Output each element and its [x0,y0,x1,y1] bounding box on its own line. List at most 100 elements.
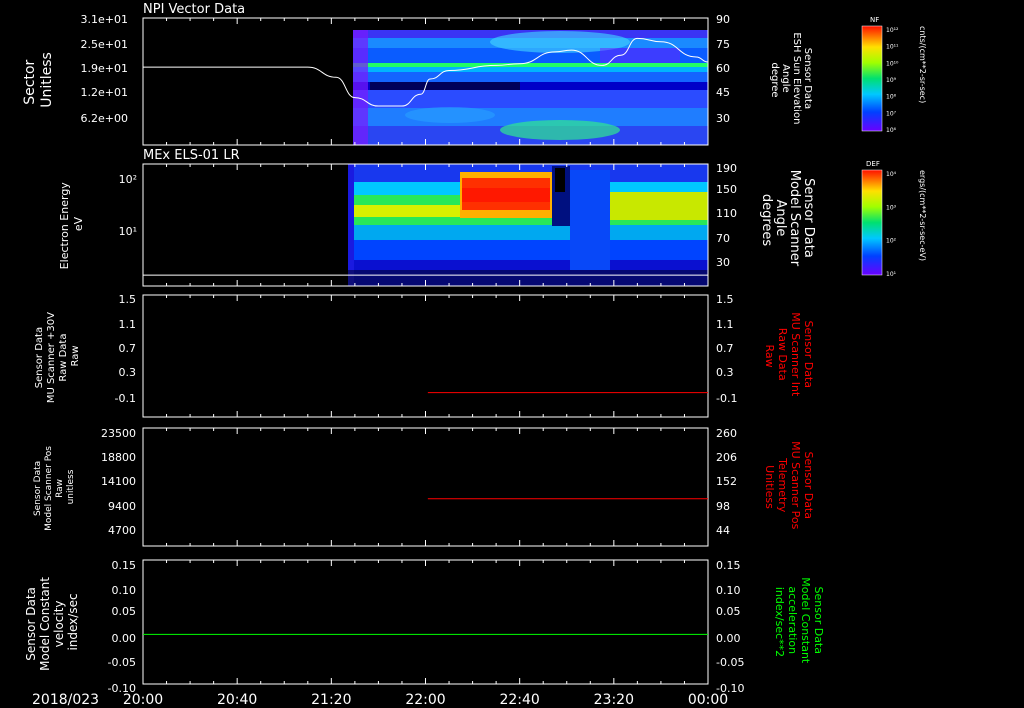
tick-label: 60 [716,62,730,75]
tick-label: 45 [716,86,730,99]
tick-label: 0.05 [112,605,137,618]
model-const-left-label-3: velocity [52,600,66,647]
panel-title-npi: NPI Vector Data [143,2,245,17]
tick-label: 75 [716,38,730,51]
tick-label: 0.15 [112,559,137,572]
colorbar-tick-label: 10⁴ [886,171,897,178]
mu-pos-left-label-2: Model Scanner Pos [44,446,54,531]
time-tick-label: 20:00 [123,692,163,708]
mu-pos-right-label-4: Unitless [763,465,776,509]
colorbar-tick-label: 10⁹ [886,77,897,84]
mu-pos-right-label-3: Telemetry [776,457,789,513]
tick-label: 6.2e+00 [81,112,128,125]
svg-text:Sensor Data MU Scanner +30: Sensor Data MU Scanner +30V Raw Data Raw [34,309,81,403]
time-tick-label: 21:20 [311,692,351,708]
tick-label: -0.05 [108,656,136,669]
colorbar-def-label: DEF [866,160,880,168]
tick-label: 70 [716,232,730,245]
npi-right-label-4: degree [769,62,780,97]
model-const-left-ticks: 0.150.100.050.00-0.05-0.10 [108,559,136,695]
colorbar-nf-units: cnts/(cm**2-sr-sec) [918,26,927,103]
tick-label: 0.00 [112,632,137,645]
tick-label: 44 [716,524,730,537]
tick-label: -0.1 [115,392,136,405]
svg-text:Sensor Data ESH Sun Elevat: Sensor Data ESH Sun Elevation Angle degr… [769,32,813,127]
mu-int-right-label-4: Raw [763,344,776,367]
tick-label: 0.05 [716,605,741,618]
svg-text:Sensor Data Model Constant: Sensor Data Model Constant acceleration … [773,577,825,666]
els-left-label-2: eV [72,216,85,231]
npi-left-label-1: Sector [22,59,38,104]
colorbar-nf: NF 10¹² 10¹¹ 10¹⁰ 10⁹ 10⁸ 10⁷ 10⁶ cnts/(cm**2-… [861,16,927,134]
npi-right-ticks: 90 75 60 45 30 [716,13,730,125]
tick-label: 260 [716,427,737,440]
mu-int-left-ticks: 1.5 1.1 0.7 0.3 -0.1 [115,293,136,405]
tick-label: 190 [716,162,737,175]
mu-pos-left-label-1: Sensor Data [33,461,43,516]
tick-label: 150 [716,183,737,196]
els-right-label-1: Sensor Data [801,178,816,258]
frame-ticks [142,295,709,417]
tick-label: 0.15 [716,559,741,572]
colorbar-tick-label: 10¹ [886,271,897,278]
tick-label: 90 [716,13,730,26]
svg-text:Sensor Data MU Scanner Pos: Sensor Data MU Scanner Pos Telemetry Uni… [763,441,815,533]
tick-label: 110 [716,207,737,220]
mu-pos-frame [142,427,709,547]
colorbar-tick-label: 10¹¹ [886,44,899,51]
svg-text:Sector Unitless: Sector Unitless [22,52,55,108]
svg-text:Electron Energy eV: Electron Energy eV [58,179,85,270]
time-tick-label: 20:40 [217,692,257,708]
tick-label: 1.5 [119,293,137,306]
mu-int-left-label-1: Sensor Data [34,327,45,388]
mu-pos-left-ticks: 23500 18800 14100 9400 4700 [101,427,136,537]
colorbar-def: DEF 10⁴ 10³ 10² 10¹ ergs/(cm**2-sr-sec-eV) [861,160,927,278]
tick-label: 0.00 [716,632,741,645]
els-tick-100: 10² [119,173,137,186]
tick-label: 206 [716,451,737,464]
tick-label: 30 [716,256,730,269]
tick-label: 0.3 [716,366,734,379]
tick-label: 4700 [108,524,136,537]
tick-label: 3.1e+01 [81,13,128,26]
colorbar-tick-label: 10⁶ [886,127,897,134]
colorbar-tick-label: 10² [886,238,897,245]
mu-pos-right-ticks: 260 206 152 98 44 [716,427,737,537]
time-axis: 20:00 20:40 21:20 22:00 22:40 23:20 00:00 [123,692,728,708]
model-const-right-label-3: acceleration [786,586,799,654]
tick-label: 1.1 [119,318,137,331]
tick-label: 98 [716,500,730,513]
mu-int-right-label-2: MU Scanner Int [789,312,802,397]
colorbar-tick-label: 10³ [886,204,897,211]
tick-label: 0.3 [119,366,137,379]
els-right-label-3: Angle [773,199,788,236]
npi-right-label-2: ESH Sun Elevation [791,32,802,124]
npi-left-ticks: 3.1e+01 2.5e+01 1.9e+01 1.2e+01 6.2e+00 [81,13,128,125]
tick-label: 1.9e+01 [81,62,128,75]
tick-label: 2.5e+01 [81,38,128,51]
colorbar-tick-label: 10¹² [886,27,899,34]
time-tick-label: 00:00 [688,692,728,708]
tick-label: 1.5 [716,293,734,306]
mu-pos-left-label-4: unitless [66,469,76,504]
mu-pos-right-label-2: MU Scanner Pos [789,441,802,530]
svg-text:Sensor Data Model Scanner: Sensor Data Model Scanner Angle degrees [759,170,816,271]
tick-label: 30 [716,112,730,125]
colorbar-tick-label: 10⁷ [886,110,897,117]
tick-label: -0.05 [716,656,744,669]
tick-label: 18800 [101,451,136,464]
date-label: 2018/023 [32,692,99,708]
mu-int-right-label-3: Raw Data [776,328,789,381]
model-const-right-ticks: 0.150.100.050.00-0.05-0.10 [716,559,744,695]
tick-label: 0.10 [716,584,741,597]
tick-label: 23500 [101,427,136,440]
tick-label: 0.7 [119,342,137,355]
colorbar-tick-label: 10¹⁰ [886,60,899,67]
mu-int-left-label-4: Raw [70,345,81,366]
model-const-right-label-2: Model Constant [799,577,812,664]
panel-title-els: MEx ELS-01 LR [143,148,240,163]
tick-label: -0.1 [716,392,737,405]
els-left-label-1: Electron Energy [58,182,71,270]
time-tick-label: 22:00 [405,692,445,708]
els-right-label-2: Model Scanner [787,170,802,267]
